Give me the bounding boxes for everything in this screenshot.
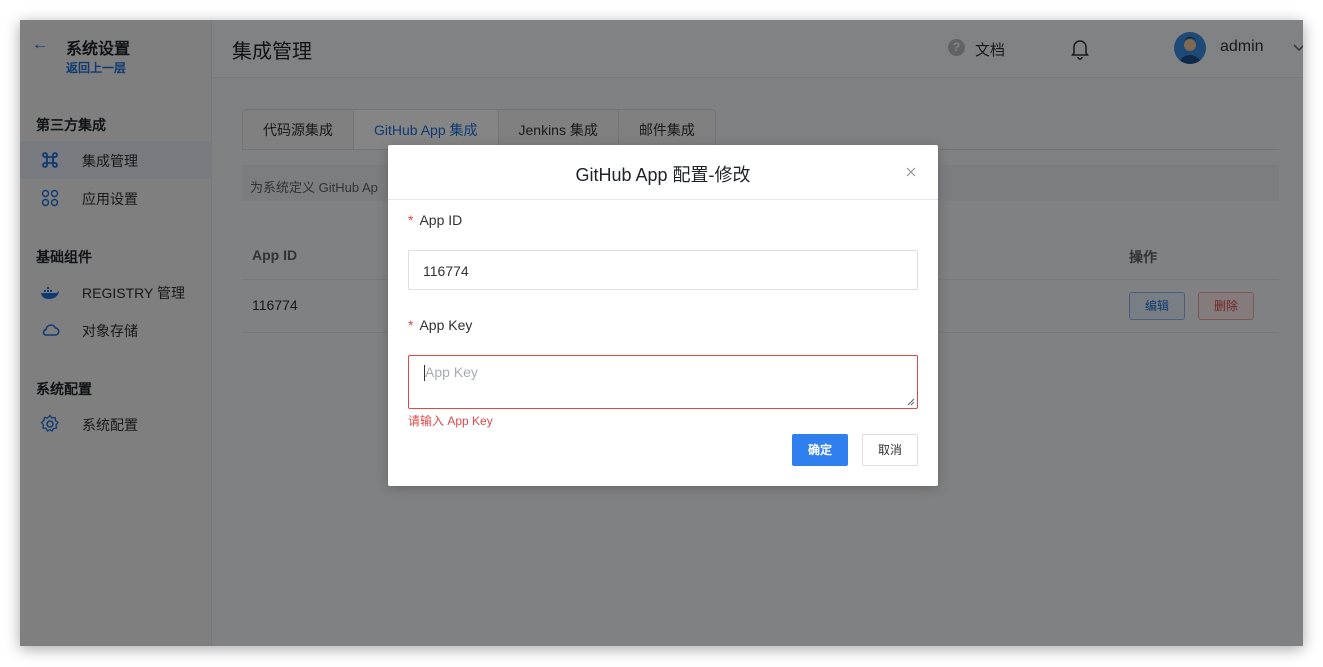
close-icon[interactable] [905,166,917,178]
text-caret [424,365,425,381]
confirm-button[interactable]: 确定 [792,434,848,466]
required-mark: * [408,212,414,228]
app-key-textarea[interactable]: App Key [408,355,918,409]
app-id-label-text: App ID [419,212,463,228]
app-key-error: 请输入 App Key [408,414,493,428]
app-key-placeholder: App Key [425,364,478,380]
required-mark: * [408,317,414,333]
resize-grip-icon[interactable] [907,398,915,406]
dialog-divider [388,199,938,200]
cancel-button[interactable]: 取消 [862,434,918,466]
app-key-label: * App Key [408,317,472,333]
app-id-input[interactable]: 116774 [408,250,918,290]
app-key-label-text: App Key [419,317,473,333]
github-app-edit-dialog: GitHub App 配置-修改 * App ID 116774 * App Key… [388,145,938,486]
app-id-label: * App ID [408,212,462,228]
dialog-title: GitHub App 配置-修改 [575,165,751,185]
